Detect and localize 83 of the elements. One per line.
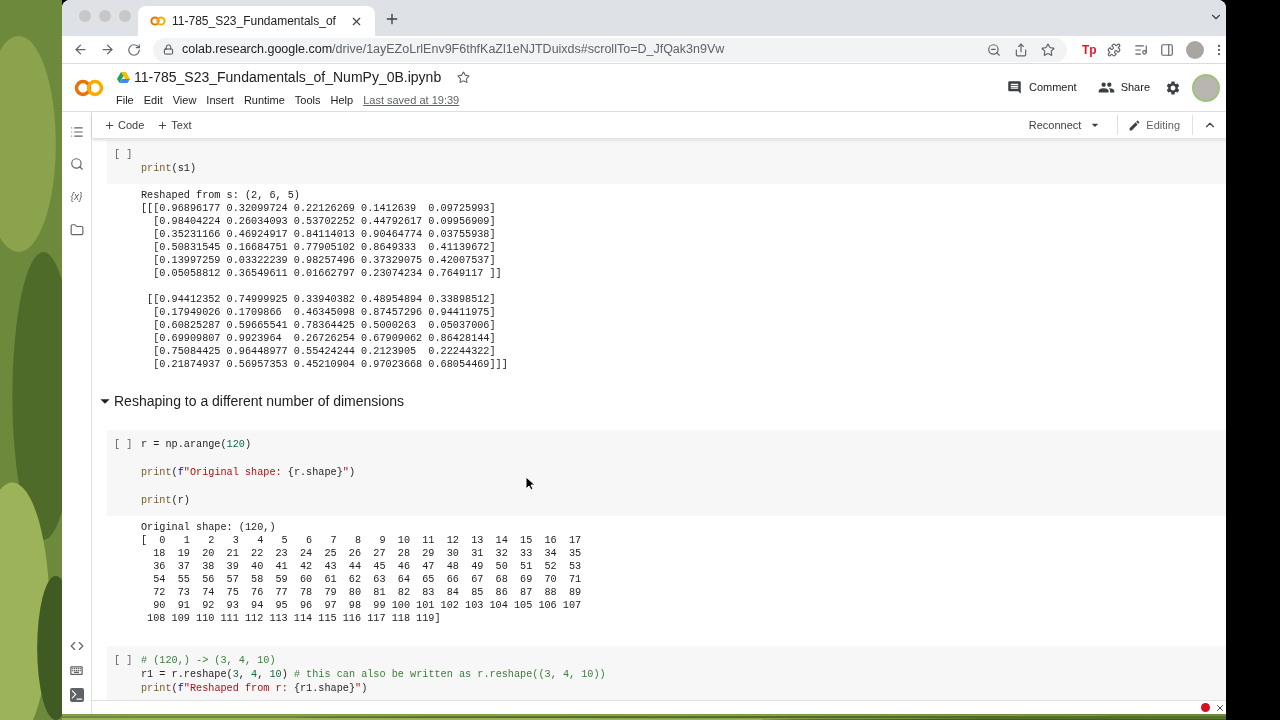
reload-icon[interactable] <box>127 42 141 57</box>
section-heading: Reshaping to a different number of dimensions <box>114 391 405 411</box>
add-cell-button[interactable]: Text <box>157 116 192 134</box>
output-line: [0.69909807 0.9923964 0.26726254 0.67909062 0.86428144] <box>152 333 496 344</box>
share-button[interactable]: Share <box>1097 79 1150 96</box>
output-line: 108 109 110 111 112 113 114 115 116 117 118 119] <box>146 613 441 624</box>
add-cell-button[interactable]: Code <box>104 116 145 134</box>
drive-icon <box>117 71 130 83</box>
side-panel-icon[interactable] <box>1159 42 1174 57</box>
reconnect-button[interactable]: Reconnect <box>1028 116 1082 134</box>
output-line: 36 37 38 39 40 41 42 43 44 45 46 47 48 49 50 51 52 53 <box>152 561 582 572</box>
code-line: print(f"Reshaped from r: {r1.shape}") <box>141 683 368 694</box>
run-indicator[interactable]: [ ] <box>107 438 141 508</box>
plus-icon <box>104 119 115 131</box>
output-line: [[0.94412352 0.74999925 0.33940382 0.48954894 0.33898512] <box>146 294 496 305</box>
code-cell[interactable]: [ ] print(s1) <box>107 140 1226 184</box>
folder-icon[interactable] <box>69 223 84 237</box>
settings-icon[interactable] <box>1165 79 1181 96</box>
output-line: [0.17949026 0.1709866 0.46345098 0.87457296 0.94411975] <box>152 307 496 318</box>
code-line: r = np.arange(120) <box>141 439 252 450</box>
output-line: [0.98404224 0.26034093 0.53702252 0.44792617 0.09956909] <box>152 216 496 227</box>
menu-item[interactable]: Insert <box>206 91 234 109</box>
zoom-out-icon[interactable] <box>987 42 1001 57</box>
back-icon[interactable] <box>73 42 88 57</box>
output-line: [[[0.96896177 0.32099724 0.22126269 0.1412639 0.09725993] <box>141 203 496 214</box>
code-line: print(r) <box>141 495 190 506</box>
output-line: 90 91 92 93 94 95 96 97 98 99 100 101 102 103 104 105 106 107 <box>152 600 582 611</box>
colab-logo[interactable] <box>74 78 104 97</box>
media-list-icon[interactable] <box>1133 42 1148 57</box>
table-of-contents-icon[interactable] <box>69 125 84 139</box>
output-line: [0.60825287 0.59665541 0.78364425 0.5000263 0.05037006] <box>152 320 496 331</box>
output-line: 72 73 74 75 76 77 78 79 80 81 82 83 84 85 86 87 88 89 <box>152 587 582 598</box>
code-line: r1 = r.reshape(3, 4, 10) # this can also be written as r.reshape((3, 4, 10)) <box>141 669 606 680</box>
share-icon[interactable] <box>1014 42 1028 57</box>
comment-icon <box>1006 80 1022 95</box>
output-line: [0.50831545 0.16684751 0.77905102 0.8649333 0.41139672] <box>152 242 496 253</box>
forward-icon[interactable] <box>100 42 115 57</box>
star-icon[interactable] <box>457 70 471 84</box>
output-line: 18 19 20 21 22 23 24 25 26 27 28 29 30 31 32 33 34 35 <box>152 548 582 559</box>
terminal-icon[interactable] <box>69 688 84 702</box>
run-indicator[interactable]: [ ] <box>107 148 141 176</box>
editing-mode-button[interactable]: Editing <box>1128 116 1180 134</box>
output-line: 54 55 56 57 58 59 60 61 62 63 64 65 66 67 68 69 70 71 <box>152 574 582 585</box>
last-saved-link[interactable]: Last saved at 19:39 <box>363 91 460 109</box>
extension-badge[interactable]: Tp <box>1082 40 1097 59</box>
output-line: Original shape: (120,) <box>141 522 276 533</box>
menu-item[interactable]: Edit <box>143 91 163 109</box>
output-line: [0.35231166 0.46924917 0.84114013 0.90464774 0.03755938] <box>152 229 496 240</box>
output-line: [0.13997259 0.03322239 0.98257496 0.37329075 0.42007537] <box>152 255 496 266</box>
menu-item[interactable]: Help <box>330 91 354 109</box>
menu-item[interactable]: Tools <box>294 91 321 109</box>
url-text: colab.research.google.com/drive/1ayEZoLrlEnv9F6thfKaZl1eNJTDuixds#scrollTo=D_JfQak3n9Vw <box>182 41 725 59</box>
address-bar[interactable]: colab.research.google.com/drive/1ayEZoLrlEnv9F6thfKaZl1eNJTDuixds#scrollTo=D_JfQak3n9Vw <box>153 37 1067 62</box>
output-line: [0.75084425 0.96448977 0.55424244 0.2123905 0.22244322] <box>152 346 496 357</box>
code-line: print(s1) <box>141 163 197 174</box>
browser-tab[interactable]: 11-785_S23_Fundamentals_of <box>138 6 375 36</box>
code-line: print(f"Original shape: {r.shape}") <box>141 467 356 478</box>
lock-icon <box>163 44 174 55</box>
output-line: [0.05058812 0.36549611 0.01662797 0.23074234 0.7649117 ]] <box>152 268 502 279</box>
run-indicator[interactable]: [ ] <box>107 654 141 696</box>
code-line: # (120,) -> (3, 4, 10) <box>141 655 276 666</box>
menu-item[interactable]: File <box>116 91 134 109</box>
command-palette-icon[interactable] <box>69 663 84 678</box>
search-icon[interactable] <box>69 157 84 171</box>
code-cell[interactable]: [ ] # (120,) -> (3, 4, 10) r1 = r.reshape(3, 4, 10) # this can also be written as r.reshape((3, 4, 10)) print(f"Reshaped from r: {r1.shape}") <box>107 646 1226 700</box>
tab-title: 11-785_S23_Fundamentals_of <box>172 13 336 30</box>
mouse-cursor-icon <box>525 476 535 491</box>
notebook-title[interactable]: 11-785_S23_Fundamentals_of_NumPy_0B.ipynb <box>134 66 442 88</box>
output-line: Reshaped from s: (2, 6, 5) <box>141 190 300 201</box>
colab-logo-icon <box>150 16 166 26</box>
variables-icon[interactable]: {x} <box>70 189 83 205</box>
extensions-icon[interactable] <box>1106 42 1121 57</box>
code-snippets-icon[interactable] <box>69 639 84 653</box>
close-icon[interactable] <box>1215 702 1225 713</box>
menu-item[interactable]: View <box>172 91 197 109</box>
output-line: [0.21874937 0.56957353 0.45210904 0.97023668 0.68054469]]] <box>152 359 508 370</box>
bookmark-star-icon[interactable] <box>1041 42 1055 57</box>
plus-icon <box>157 119 169 131</box>
comment-button[interactable]: Comment <box>1006 79 1077 96</box>
code-cell[interactable]: [ ] r = np.arange(120) print(f"Original shape: {r.shape}") print(r) <box>107 430 1226 516</box>
pencil-icon <box>1128 118 1142 132</box>
output-line: [ 0 1 2 3 4 5 6 7 8 9 10 11 12 13 14 15 16 17 <box>141 535 582 546</box>
menu-item[interactable]: Runtime <box>243 91 285 109</box>
